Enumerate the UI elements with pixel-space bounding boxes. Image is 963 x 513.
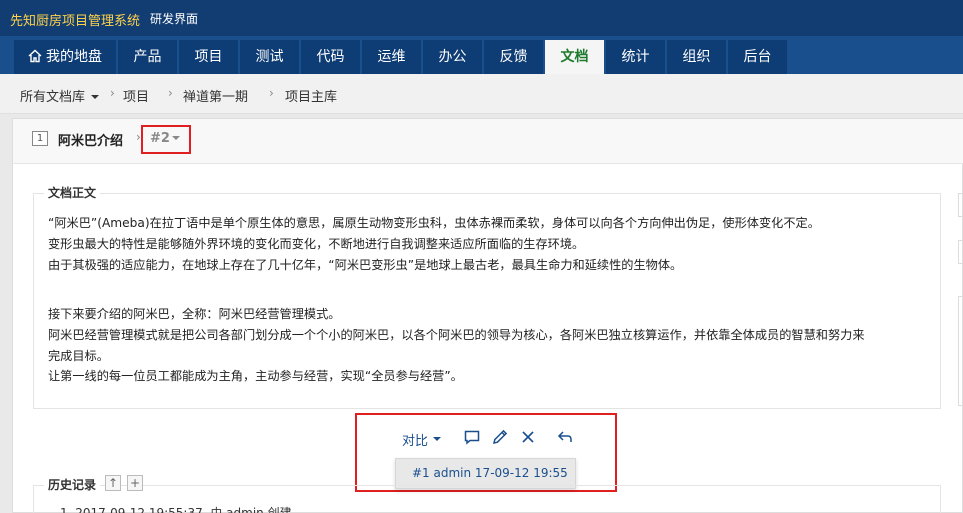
version-selector[interactable]: #2 [150,131,170,146]
doc-paragraph: 完成目标。 [48,349,109,363]
page-title: 阿米巴介绍 [58,134,124,149]
chevron-right-icon: › [168,86,173,100]
doc-content-legend: 文档正文 [44,184,101,201]
breadcrumb-project[interactable]: 项目 [123,86,149,105]
nav-item-feedback[interactable]: 反馈 [484,40,543,74]
chevron-right-icon: › [269,86,274,100]
chevron-down-icon[interactable] [433,437,441,441]
compare-option[interactable]: #1 admin 17-09-12 19:55 [412,466,568,480]
breadcrumb-mainlib[interactable]: 项目主库 [285,86,337,105]
nav-item-product[interactable]: 产品 [118,40,177,74]
main-nav: 我的地盘 产品 项目 测试 代码 运维 办公 反馈 文档 统计 组织 后台 [0,36,963,74]
top-header: 先知厨房项目管理系统 研发界面 [0,0,963,36]
doc-paragraph: “阿米巴”(Ameba)在拉丁语中是单个原生体的意思，属原生动物变形虫科，虫体赤… [48,216,820,230]
add-icon[interactable]: + [127,475,143,491]
breadcrumb-phase[interactable]: 禅道第一期 [183,86,248,105]
doc-paragraph: 让第一线的每一位员工都能成为主角，主动参与经营，实现“全员参与经营”。 [48,369,463,383]
history-legend: 历史记录 [44,476,101,493]
breadcrumb-doclib[interactable]: 所有文档库 [20,86,100,105]
sort-up-icon[interactable]: ↑ [105,475,121,491]
app-brand[interactable]: 先知厨房项目管理系统 [10,10,140,29]
app-subtitle: 研发界面 [150,12,199,26]
chevron-right-icon: › [110,86,115,100]
comment-icon[interactable] [463,428,481,446]
nav-item-test[interactable]: 测试 [240,40,299,74]
breadcrumb-label: 所有文档库 [20,90,86,105]
side-panel-edge [958,240,963,264]
nav-item-my[interactable]: 我的地盘 [14,40,116,74]
side-panel-edge [958,193,963,217]
doc-paragraph: 阿米巴经营管理模式就是把公司各部门划分成一个个小的阿米巴，以各个阿米巴的领导为核… [48,328,865,342]
history-row: 1. 2017-09-12 19:55:37, 由 admin 创建。 [60,506,304,513]
doc-paragraph: 接下来要介绍的阿米巴，全称：阿米巴经营管理模式。 [48,307,341,321]
breadcrumb: 所有文档库 › 项目 › 禅道第一期 › 项目主库 [0,74,963,114]
back-icon[interactable] [556,428,574,446]
home-icon [28,49,42,63]
doc-paragraph: 由于其极强的适应能力，在地球上存在了几十亿年，“阿米巴变形虫”是地球上最古老，最… [48,258,683,272]
doc-paragraph: 变形虫最大的特性是能够随外界环境的变化而变化，不断地进行自我调整来适应所面临的生… [48,237,585,251]
close-icon[interactable] [519,428,537,446]
chevron-down-icon[interactable] [172,136,180,140]
nav-item-org[interactable]: 组织 [667,40,726,74]
nav-item-admin[interactable]: 后台 [728,40,787,74]
nav-item-ops[interactable]: 运维 [362,40,421,74]
nav-item-doc[interactable]: 文档 [545,40,604,74]
nav-item-project[interactable]: 项目 [179,40,238,74]
chevron-down-icon [91,95,100,99]
doc-id-badge: 1 [32,131,48,146]
side-panel-edge [958,296,963,406]
nav-item-stats[interactable]: 统计 [606,40,665,74]
nav-item-code[interactable]: 代码 [301,40,360,74]
nav-label: 我的地盘 [46,49,102,65]
edit-icon[interactable] [491,428,509,446]
compare-button[interactable]: 对比 [402,430,428,449]
nav-item-office[interactable]: 办公 [423,40,482,74]
